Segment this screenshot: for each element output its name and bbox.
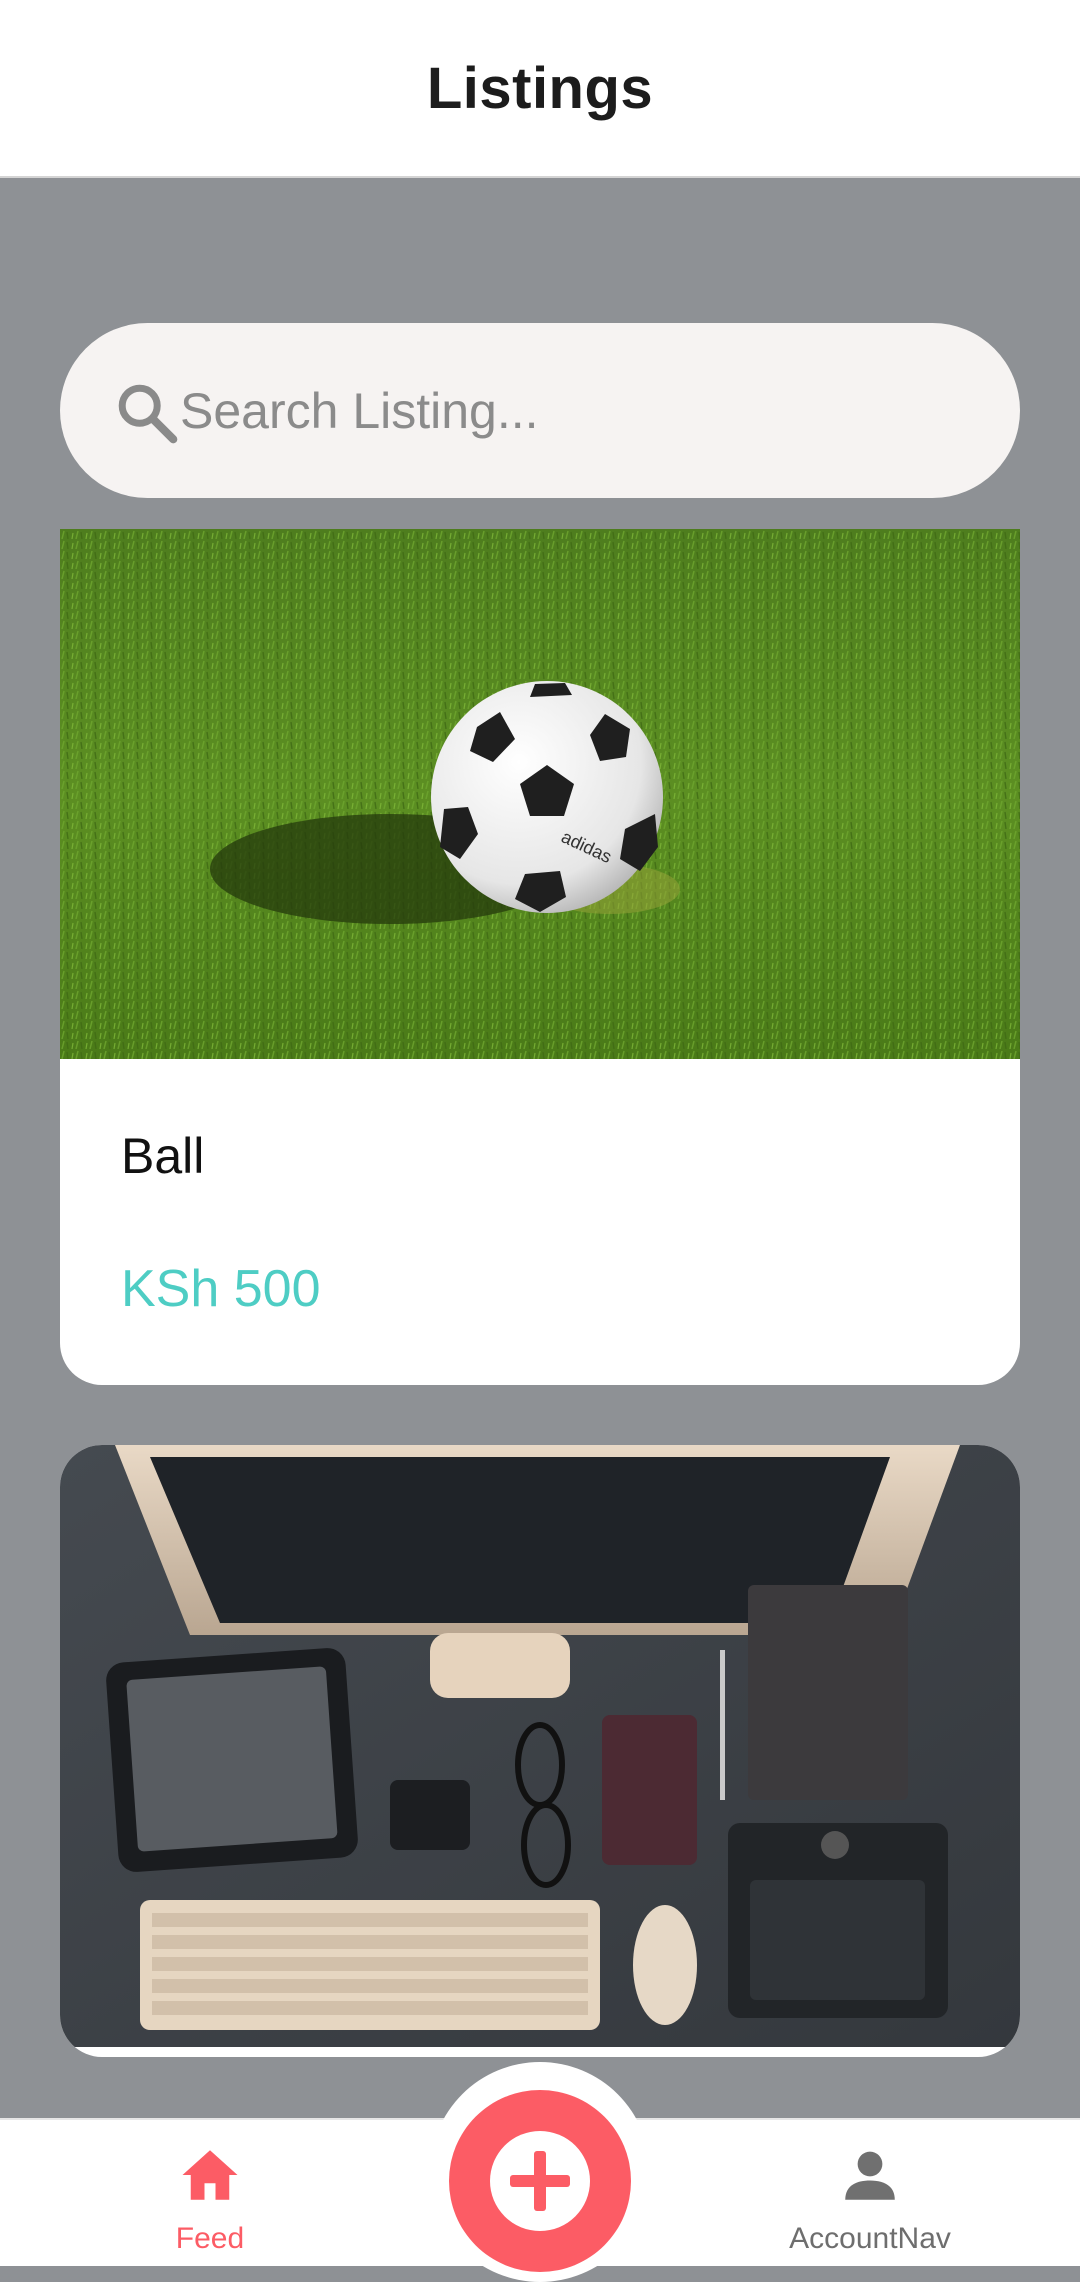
search-bar[interactable] — [60, 323, 1020, 498]
tab-account-label: AccountNav — [789, 2222, 951, 2255]
tab-feed-label: Feed — [175, 2222, 245, 2255]
account-icon — [845, 2151, 895, 2200]
home-icon — [182, 2150, 238, 2200]
add-listing-button[interactable] — [449, 2090, 631, 2272]
tab-account[interactable]: AccountNav — [720, 2120, 1020, 2268]
listing-image: adidas — [60, 529, 1020, 1059]
tab-feed[interactable]: Feed — [60, 2120, 360, 2268]
listing-card[interactable]: adidas Ball KSh 500 — [60, 529, 1020, 1385]
search-icon — [118, 384, 178, 444]
search-input[interactable] — [170, 381, 980, 440]
plus-circle-icon — [490, 2131, 590, 2231]
app-header: Listings — [0, 0, 1080, 178]
listing-image — [60, 1445, 1020, 2047]
listing-title: Ball — [121, 1128, 205, 1184]
page-title: Listings — [426, 55, 654, 121]
listing-card[interactable] — [60, 1445, 1020, 2057]
listing-price: KSh 500 — [121, 1260, 321, 1318]
